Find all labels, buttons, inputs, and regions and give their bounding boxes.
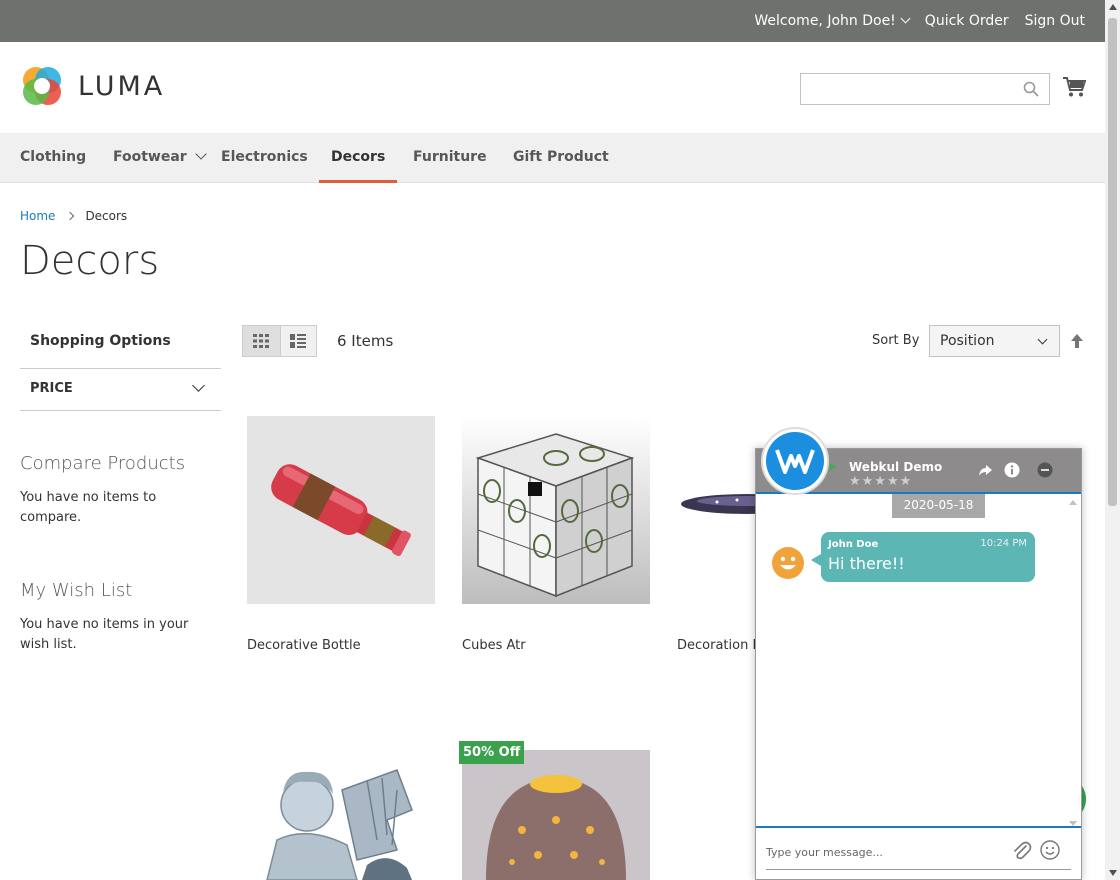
share-icon[interactable]	[977, 462, 993, 478]
page-title: Decors	[20, 238, 160, 284]
product-card[interactable]	[462, 750, 650, 880]
search-icon[interactable]	[1023, 81, 1039, 97]
sort-label: Sort By	[872, 333, 920, 348]
search-box[interactable]	[800, 73, 1050, 105]
luma-logo-icon	[23, 67, 61, 105]
minimize-icon[interactable]	[1037, 462, 1053, 478]
logo[interactable]: LUMA	[20, 64, 165, 108]
webkul-logo-icon	[775, 449, 815, 474]
product-name[interactable]: Decorative Bottle	[247, 638, 435, 653]
scrollbar-thumb[interactable]	[1108, 18, 1117, 506]
grid-view-button[interactable]	[243, 326, 280, 356]
nav-item-furniture[interactable]: Furniture	[413, 133, 487, 183]
message-time: 10:24 PM	[980, 538, 1027, 549]
attachment-paperclip-icon[interactable]	[1012, 840, 1032, 862]
account-links: Welcome, John Doe! Quick Order Sign Out	[754, 0, 1085, 42]
discount-badge: 50% Off	[459, 741, 525, 764]
chevron-right-icon	[66, 211, 75, 221]
rating-stars[interactable]: ★★★★★	[849, 474, 912, 489]
quick-order-link[interactable]: Quick Order	[925, 13, 1009, 29]
view-mode-switcher	[242, 325, 317, 357]
compare-title: Compare Products	[20, 453, 186, 474]
wishlist-block: My Wish List You have no items in your w…	[20, 580, 221, 655]
list-view-button[interactable]	[279, 326, 316, 356]
chat-message: John Doe 10:24 PM Hi there!!	[811, 532, 1035, 582]
shopping-options-title: Shopping Options	[20, 322, 221, 369]
chevron-down-icon	[1037, 334, 1048, 345]
top-bar: Welcome, John Doe! Quick Order Sign Out	[0, 0, 1105, 42]
sort-select[interactable]: Position	[929, 325, 1060, 357]
grid-icon	[253, 334, 270, 348]
chat-window: Webkul Demo ★★★★★ 2020-05-18 John Doe 10…	[755, 427, 1082, 880]
scroll-up-arrow-icon[interactable]	[1069, 500, 1077, 505]
welcome-text: Welcome, John Doe!	[754, 13, 896, 29]
scroll-down-arrow-icon[interactable]	[1109, 870, 1117, 876]
product-image-decorative-bottle[interactable]	[247, 416, 435, 604]
price-filter-label: PRICE	[30, 381, 73, 396]
wishlist-text: You have no items in your wish list.	[20, 617, 189, 652]
chevron-down-icon	[192, 379, 205, 392]
input-underline	[766, 869, 1071, 870]
list-icon	[290, 334, 307, 348]
nav-item-gift-product[interactable]: Gift Product	[513, 133, 609, 183]
breadcrumb-current: Decors	[85, 209, 128, 223]
emoji-icon[interactable]	[1040, 840, 1060, 860]
chevron-down-icon	[900, 13, 911, 24]
sidebar: Shopping Options PRICE Compare Products …	[20, 322, 221, 655]
product-image-lamp[interactable]	[462, 750, 650, 880]
main-nav: Clothing Footwear Electronics Decors Fur…	[0, 133, 1105, 183]
sort-direction-arrow-icon[interactable]	[1069, 333, 1085, 349]
welcome-menu[interactable]: Welcome, John Doe!	[754, 13, 911, 29]
chat-message-input[interactable]	[766, 838, 1006, 866]
sign-out-link[interactable]: Sign Out	[1025, 13, 1085, 29]
price-filter[interactable]: PRICE	[20, 369, 221, 411]
product-card[interactable]	[247, 750, 435, 880]
chat-scrollbar[interactable]	[1067, 496, 1079, 826]
nav-item-electronics[interactable]: Electronics	[221, 133, 308, 183]
breadcrumb-home[interactable]: Home	[20, 209, 55, 223]
message-sender: John Doe	[828, 539, 879, 550]
page-scrollbar[interactable]	[1105, 0, 1120, 880]
date-separator: 2020-05-18	[892, 494, 985, 518]
sort-select-value: Position	[940, 333, 995, 349]
logo-text: LUMA	[78, 70, 166, 102]
nav-item-footwear[interactable]: Footwear	[113, 133, 207, 183]
compare-block: Compare Products You have no items to co…	[20, 453, 221, 528]
cart-icon[interactable]	[1062, 76, 1086, 98]
items-count: 6 Items	[337, 332, 394, 350]
product-name[interactable]: Cubes Atr	[462, 638, 650, 653]
product-image-cubes-atr[interactable]	[462, 416, 650, 604]
agent-avatar	[761, 427, 829, 495]
compare-text: You have no items to compare.	[20, 490, 157, 525]
product-card[interactable]: Cubes Atr	[462, 416, 650, 653]
chat-composer	[756, 826, 1081, 880]
wishlist-title: My Wish List	[20, 580, 133, 601]
message-text: Hi there!!	[828, 554, 905, 573]
product-card[interactable]: Decorative Bottle	[247, 416, 435, 653]
online-status-icon	[830, 463, 836, 471]
breadcrumb: Home Decors	[20, 209, 127, 223]
scroll-up-arrow-icon[interactable]	[1109, 4, 1117, 10]
agent-name: Webkul Demo	[849, 460, 943, 474]
chevron-down-icon	[195, 148, 207, 160]
nav-item-clothing[interactable]: Clothing	[20, 133, 86, 183]
nav-item-decors[interactable]: Decors	[319, 133, 398, 183]
user-smiley-avatar-icon	[772, 547, 804, 579]
product-image-angel-statue[interactable]	[247, 750, 435, 880]
nav-item-footwear-label: Footwear	[113, 149, 187, 165]
info-icon[interactable]	[1004, 462, 1020, 478]
